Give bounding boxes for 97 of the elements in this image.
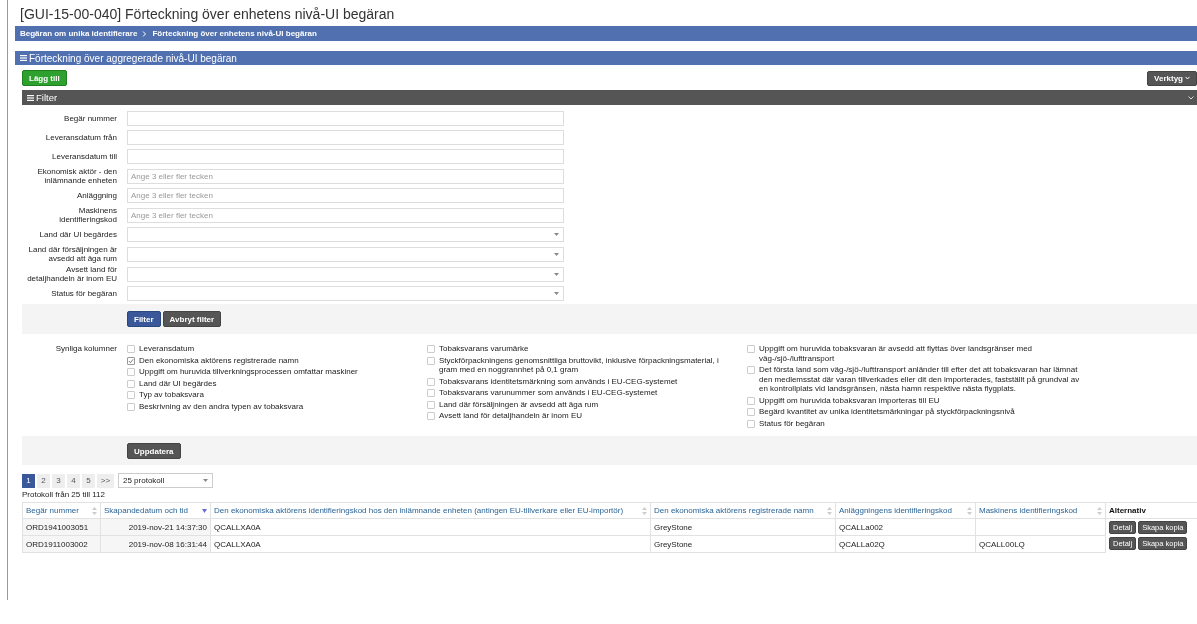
page-button[interactable]: 2 <box>37 473 50 488</box>
field-label: Anläggning <box>75 191 118 200</box>
checkbox[interactable] <box>747 408 755 416</box>
checkbox[interactable] <box>427 389 435 397</box>
checkbox-label: Avsett land för detaljhandeln är inom EU <box>439 411 584 421</box>
field-label: Status för begäran <box>50 289 118 298</box>
input-field[interactable]: Ange 3 eller fler tecken <box>127 207 564 223</box>
checkbox-label: Land där UI begärdes <box>139 378 218 388</box>
page-button[interactable]: 5 <box>82 473 95 488</box>
checkbox[interactable] <box>747 345 755 353</box>
input-field[interactable]: Ange 3 eller fler tecken <box>127 188 564 203</box>
visible-columns-label: Synliga kolumner <box>54 344 118 355</box>
field-label: Leveransdatum från <box>44 133 118 142</box>
table-cell: QCALL00LQ <box>975 535 1106 553</box>
page-title: [GUI-15-00-040] Förteckning över enhetens nivå-UI begäran <box>19 5 396 24</box>
checkbox-label: Det första land som väg-/sjö-/lufttransport anländer till efter det att tobaksvaran har lämnat den medlemsstat där varan tillverkades eller dit den importerades, fastställt på grundval av en kontrollplats vid landsgränsen, nästa hamn respektive nästa flygplats. <box>759 365 1081 394</box>
caret-icon <box>554 272 559 276</box>
chevron-icon <box>1188 95 1194 100</box>
checkbox-label: Tobaksvarans varunummer som används i EU-CEG-systemet <box>439 388 659 398</box>
checkbox-label: Land där försäljningen är avsedd att äga rum <box>439 399 600 409</box>
checkbox[interactable] <box>127 368 135 376</box>
checkbox-label: Uppgift om huruvida tillverkningsprocessen omfattar maskiner <box>139 367 359 377</box>
table-cell: QCALLXA0A <box>210 535 651 553</box>
checkbox[interactable] <box>427 412 435 420</box>
checkbox-label: Typ av tobaksvara <box>139 390 205 400</box>
checkbox[interactable] <box>127 379 135 388</box>
next-page-button[interactable]: >> <box>97 473 114 488</box>
panel-title: Förteckning över aggregerade nivå-UI begäran <box>29 52 237 64</box>
cancel-filter-button[interactable]: Avbryt filter <box>162 311 222 327</box>
checkbox[interactable] <box>127 356 135 365</box>
sort-icon <box>92 506 97 515</box>
field-label: Begär nummer <box>63 114 118 123</box>
input-field[interactable] <box>127 111 564 126</box>
checkbox[interactable] <box>747 396 755 405</box>
checkbox[interactable] <box>127 402 135 411</box>
sort-icon <box>967 506 972 515</box>
sort-descending-icon <box>202 508 207 513</box>
checkbox-label: Tobaksvarans identitetsmärkning som används i EU-CEG-systemet <box>439 376 679 386</box>
chevron-icon <box>142 30 148 37</box>
field-label: Maskinens identifieringskod <box>58 206 118 224</box>
record-info: Protokoll från 25 till 112 <box>22 490 106 499</box>
checkbox-label: Leveransdatum <box>139 344 196 354</box>
field-label: Land där försäljningen är avsedd att äga rum <box>27 245 118 263</box>
checkbox[interactable] <box>127 391 135 399</box>
dropdown-field[interactable] <box>127 286 564 301</box>
sort-icon <box>827 506 832 515</box>
caret-icon <box>554 252 559 256</box>
page-button[interactable]: 1 <box>22 473 35 488</box>
table-cell: GreyStone <box>650 535 836 553</box>
dropdown-field[interactable] <box>127 266 564 282</box>
caret-icon <box>554 292 559 295</box>
update-button[interactable]: Uppdatera <box>127 443 181 459</box>
checkbox[interactable] <box>427 400 435 409</box>
page-button[interactable]: 4 <box>67 473 80 488</box>
menu-icon <box>20 55 27 61</box>
breadcrumb-link[interactable]: Begäran om unika identifierare <box>20 29 138 38</box>
dropdown-field[interactable] <box>127 227 564 242</box>
menu-icon <box>27 94 34 101</box>
checkbox-label: Beskrivning av den andra typen av tobaksvara <box>139 401 305 411</box>
checkbox-label: Status för begäran <box>759 418 826 428</box>
checkbox-label: Uppgift om huruvida tobaksvaran är avsedd att flyttas över landsgränser med väg-/sjö-/lufttransport <box>759 344 1034 363</box>
field-label: Ekonomisk aktör - den inlämnande enheten <box>36 167 118 185</box>
input-field[interactable] <box>127 149 564 164</box>
page-size-dropdown[interactable]: 25 protokoll <box>118 473 213 488</box>
dropdown-field[interactable] <box>127 246 564 262</box>
sort-icon <box>1097 506 1102 515</box>
checkbox-label: Den ekonomiska aktörens registrerade namn <box>139 355 300 365</box>
table-cell: QCALLXA0A <box>210 518 651 536</box>
checkbox[interactable] <box>427 345 435 353</box>
checkbox[interactable] <box>747 419 755 428</box>
input-field[interactable]: Ange 3 eller fler tecken <box>127 168 564 184</box>
checkbox[interactable] <box>427 356 435 365</box>
tools-button[interactable]: Verktyg <box>1147 70 1197 86</box>
checkbox-label: Uppgift om huruvida tobaksvaran importeras till EU <box>759 395 941 405</box>
checkbox[interactable] <box>127 345 135 353</box>
table-cell: QCALLa02Q <box>835 535 976 553</box>
checkbox[interactable] <box>747 366 755 374</box>
filter-header[interactable]: Filter <box>22 90 1197 105</box>
checkbox-label: Tobaksvarans varumärke <box>439 344 530 354</box>
checkbox-label: Begärd kvantitet av unika identitetsmärkningar på styckförpackningsnivå <box>759 407 1016 417</box>
table-cell: GreyStone <box>650 518 836 536</box>
sort-icon <box>642 506 647 515</box>
column-header: Alternativ <box>1109 506 1147 515</box>
input-field[interactable] <box>127 130 564 145</box>
caret-icon <box>1185 76 1190 80</box>
page-button[interactable]: 3 <box>52 473 65 488</box>
filter-title: Filter <box>36 92 58 103</box>
checkbox[interactable] <box>427 377 435 386</box>
field-label: Avsett land för detaljhandeln är inom EU <box>26 265 118 283</box>
breadcrumb-link[interactable]: Förteckning över enhetens nivå-UI begäran <box>152 29 317 38</box>
caret-icon <box>554 233 559 236</box>
checkbox-label: Styckförpackningens genomsnittliga bruttovikt, inklusive förpackningsmaterial, i gram med en noggrannhet på 0,1 gram <box>439 355 720 375</box>
field-label: Land där UI begärdes <box>38 230 118 239</box>
caret-icon <box>203 479 208 482</box>
filter-button[interactable]: Filter <box>127 311 161 327</box>
table-cell: QCALLa002 <box>835 518 976 536</box>
field-label: Leveransdatum till <box>51 152 118 161</box>
